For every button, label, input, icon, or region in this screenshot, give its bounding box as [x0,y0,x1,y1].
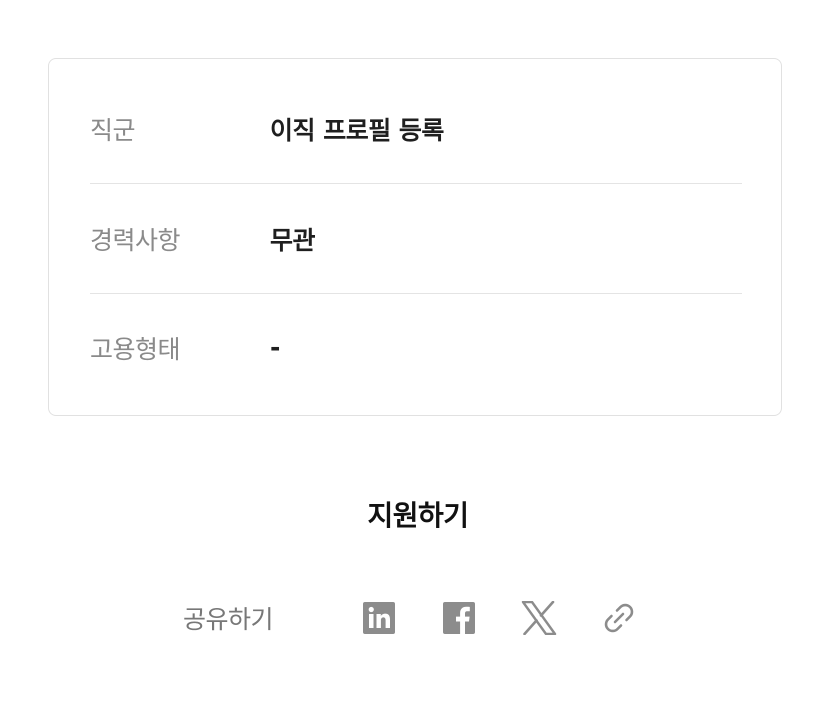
experience-label: 경력사항 [90,225,181,255]
share-label: 공유하기 [183,605,274,634]
x-icon[interactable] [521,600,557,636]
experience-value: 무관 [270,225,316,255]
employment-type-value: - [270,333,280,362]
job-category-label: 직군 [90,115,136,145]
info-row-job-category: 직군 이직 프로필 등록 [90,74,742,184]
job-category-value: 이직 프로필 등록 [270,115,444,145]
info-row-experience: 경력사항 무관 [90,184,742,294]
info-row-employment-type: 고용형태 - [90,293,742,402]
job-info-card: 직군 이직 프로필 등록 경력사항 무관 고용형태 - [48,58,782,416]
facebook-icon[interactable] [441,600,477,636]
linkedin-icon[interactable] [361,600,397,636]
share-bar: 공유하기 [183,596,637,640]
job-detail-page: 직군 이직 프로필 등록 경력사항 무관 고용형태 - 지원하기 공유하기 [0,0,836,708]
employment-type-label: 고용형태 [90,334,181,364]
link-icon[interactable] [601,600,637,636]
apply-button[interactable]: 지원하기 [318,488,518,540]
